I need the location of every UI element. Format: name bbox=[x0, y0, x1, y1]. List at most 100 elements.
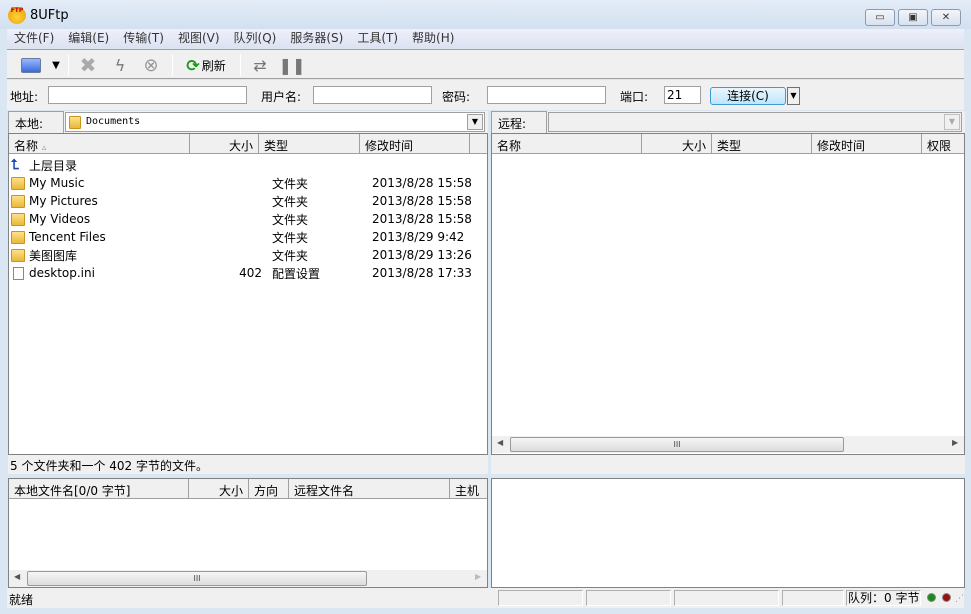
local-path-combo[interactable]: Documents ▼ bbox=[65, 112, 485, 132]
window-title: 8UFtp bbox=[30, 8, 69, 23]
title-bar: FTP 8UFtp ▭ ▣ ✕ bbox=[0, 0, 971, 29]
menu-edit[interactable]: 编辑(E) bbox=[61, 29, 116, 48]
col-size[interactable]: 大小 bbox=[190, 134, 259, 154]
refresh-icon: ⟳ bbox=[186, 55, 200, 75]
scroll-thumb[interactable]: III bbox=[510, 437, 844, 452]
local-file-list: 名称 ▵ 大小 类型 修改时间 ⮤ 上层目录 My Music 文件夹 2013/8/2… bbox=[8, 133, 488, 455]
local-tab[interactable]: 本地: bbox=[8, 111, 64, 133]
folder-icon bbox=[11, 194, 25, 208]
menu-tools[interactable]: 工具(T) bbox=[350, 29, 405, 48]
file-type: 文件夹 bbox=[272, 230, 309, 245]
username-input[interactable] bbox=[313, 86, 432, 104]
file-size: 402 bbox=[239, 266, 262, 280]
menu-file[interactable]: 文件(F) bbox=[7, 29, 61, 48]
menu-bar: 文件(F) 编辑(E) 传输(T) 视图(V) 队列(Q) 服务器(S) 工具(T) 帮助(H… bbox=[7, 29, 964, 48]
password-input[interactable] bbox=[487, 86, 606, 104]
status-bar: 就绪 队列：0 字节 ⋰ bbox=[7, 588, 964, 608]
port-label: 端口: bbox=[620, 90, 649, 104]
queue-status: 队列：0 字节 bbox=[846, 590, 921, 606]
reconnect-button[interactable]: ϟ bbox=[109, 54, 131, 76]
table-row[interactable]: My Pictures 文件夹 2013/8/28 15:58 bbox=[11, 192, 482, 210]
col-modified[interactable]: 修改时间 bbox=[360, 134, 470, 154]
folder-icon bbox=[11, 230, 25, 244]
file-type: 文件夹 bbox=[272, 212, 309, 227]
col-name[interactable]: 名称 bbox=[492, 134, 642, 154]
col-type[interactable]: 类型 bbox=[712, 134, 812, 154]
site-dropdown-button[interactable]: ▼ bbox=[49, 54, 63, 76]
menu-queue[interactable]: 队列(Q) bbox=[227, 29, 284, 48]
close-button[interactable]: ✕ bbox=[931, 9, 961, 26]
x-icon: ✖ bbox=[79, 53, 97, 77]
col-host[interactable]: 主机 bbox=[450, 479, 487, 499]
queue-horizontal-scrollbar[interactable]: ◀ III ▶ bbox=[9, 570, 487, 587]
menu-server[interactable]: 服务器(S) bbox=[283, 29, 350, 48]
table-row[interactable]: desktop.ini 402 配置设置 2013/8/28 17:33 bbox=[11, 264, 482, 282]
file-modified: 2013/8/28 15:58 bbox=[372, 176, 472, 190]
col-name[interactable]: 名称 ▵ bbox=[9, 134, 190, 154]
table-row[interactable]: My Music 文件夹 2013/8/28 15:58 bbox=[11, 174, 482, 192]
stop-button[interactable]: ⊗ bbox=[140, 54, 162, 76]
maximize-button[interactable]: ▣ bbox=[898, 9, 928, 26]
transfer-button[interactable]: ⇄ bbox=[249, 54, 271, 76]
dropdown-arrow-icon[interactable]: ▼ bbox=[467, 114, 483, 130]
port-input[interactable]: 21 bbox=[664, 86, 701, 104]
remote-panel: 远程: ▼ 名称 大小 类型 修改时间 权限 ◀ III ▶ bbox=[491, 111, 965, 474]
col-size[interactable]: 大小 bbox=[189, 479, 249, 499]
col-type[interactable]: 类型 bbox=[259, 134, 360, 154]
col-permissions[interactable]: 权限 bbox=[922, 134, 964, 154]
pause-button[interactable]: ❚❚ bbox=[278, 54, 306, 76]
file-name: My Pictures bbox=[29, 194, 98, 208]
queue-list: 本地文件名[0/0 字节] 大小 方向 远程文件名 主机 ◀ III ▶ bbox=[8, 478, 488, 588]
file-name: My Music bbox=[29, 176, 85, 190]
remote-file-list: 名称 大小 类型 修改时间 权限 ◀ III ▶ bbox=[491, 133, 965, 455]
col-local-file[interactable]: 本地文件名[0/0 字节] bbox=[9, 479, 189, 499]
computer-icon bbox=[21, 57, 41, 73]
connect-button[interactable]: 连接(C) bbox=[710, 87, 786, 105]
connection-led-green-icon bbox=[927, 593, 936, 602]
status-text: 就绪 bbox=[9, 593, 34, 607]
local-status-text: 5 个文件夹和一个 402 字节的文件。 bbox=[8, 455, 488, 474]
file-modified: 2013/8/28 15:58 bbox=[372, 212, 472, 226]
menu-transfer[interactable]: 传输(T) bbox=[116, 29, 171, 48]
remote-horizontal-scrollbar[interactable]: ◀ III ▶ bbox=[492, 436, 964, 453]
table-row[interactable]: 美图图库 文件夹 2013/8/29 13:26 bbox=[11, 246, 482, 264]
disconnect-button[interactable]: ✖ bbox=[77, 53, 99, 77]
pause-icon: ❚❚ bbox=[278, 55, 306, 75]
remote-tab[interactable]: 远程: bbox=[491, 111, 547, 133]
up-arrow-icon: ⮤ bbox=[11, 156, 20, 173]
col-modified[interactable]: 修改时间 bbox=[812, 134, 922, 154]
username-label: 用户名: bbox=[261, 90, 302, 104]
password-label: 密码: bbox=[442, 90, 471, 104]
scroll-thumb[interactable]: III bbox=[27, 571, 367, 586]
table-row[interactable]: ⮤ 上层目录 bbox=[11, 156, 482, 174]
address-input[interactable] bbox=[48, 86, 247, 104]
scroll-left-icon: ◀ bbox=[14, 572, 21, 581]
dropdown-arrow-icon[interactable]: ▼ bbox=[944, 114, 960, 130]
refresh-button[interactable]: ⟳ 刷新 bbox=[180, 54, 232, 76]
remote-path-combo[interactable]: ▼ bbox=[548, 112, 962, 132]
col-remote-file[interactable]: 远程文件名 bbox=[289, 479, 450, 499]
resize-grip-icon[interactable]: ⋰ bbox=[955, 594, 964, 604]
sort-asc-icon: ▵ bbox=[41, 143, 47, 153]
file-type: 文件夹 bbox=[272, 176, 309, 191]
col-direction[interactable]: 方向 bbox=[249, 479, 289, 499]
minimize-button[interactable]: ▭ bbox=[865, 9, 895, 26]
dropdown-arrow-icon: ▼ bbox=[790, 91, 797, 100]
site-manager-button[interactable] bbox=[19, 54, 43, 76]
scroll-right-icon: ▶ bbox=[475, 572, 482, 581]
table-row[interactable]: Tencent Files 文件夹 2013/8/29 9:42 bbox=[11, 228, 482, 246]
file-modified: 2013/8/28 15:58 bbox=[372, 194, 472, 208]
col-size[interactable]: 大小 bbox=[642, 134, 712, 154]
menu-help[interactable]: 帮助(H) bbox=[405, 29, 461, 48]
folder-icon bbox=[11, 248, 25, 262]
file-modified: 2013/8/29 9:42 bbox=[372, 230, 465, 244]
file-type: 配置设置 bbox=[272, 266, 321, 281]
log-panel bbox=[491, 478, 965, 588]
file-type: 文件夹 bbox=[272, 248, 309, 263]
app-logo-icon: FTP bbox=[8, 7, 26, 24]
menu-view[interactable]: 视图(V) bbox=[171, 29, 227, 48]
folder-icon bbox=[69, 116, 81, 129]
connect-dropdown-button[interactable]: ▼ bbox=[787, 87, 800, 105]
connection-bar: 地址: 用户名: 密码: 端口: 21 连接(C) ▼ bbox=[7, 80, 964, 110]
table-row[interactable]: My Videos 文件夹 2013/8/28 15:58 bbox=[11, 210, 482, 228]
